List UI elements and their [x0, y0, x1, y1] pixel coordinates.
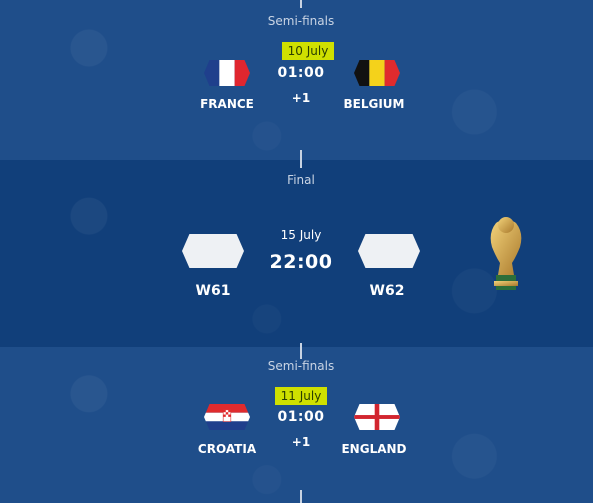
croatia-flag-icon[interactable] [204, 404, 250, 430]
away-team-name[interactable]: W62 [327, 283, 447, 299]
bracket-connector [300, 0, 302, 8]
date-highlight: 11 July [274, 387, 328, 405]
match-time: 01:00 [277, 65, 325, 81]
team-placeholder-badge[interactable] [182, 234, 244, 268]
match-time: 22:00 [269, 251, 333, 273]
france-flag-icon[interactable] [204, 60, 250, 86]
team-placeholder-badge[interactable] [358, 234, 420, 268]
home-team-name[interactable]: W61 [153, 283, 273, 299]
stage-label: Semi-finals [267, 359, 335, 373]
match-date: 11 July [268, 387, 334, 405]
day-offset: +1 [291, 91, 311, 105]
bracket-connector [300, 490, 302, 503]
home-team-name[interactable]: FRANCE [167, 97, 287, 111]
bracket-connector [300, 343, 302, 359]
match-date: 15 July [280, 228, 322, 242]
home-team-name[interactable]: CROATIA [167, 442, 287, 456]
day-offset: +1 [291, 435, 311, 449]
match-time: 01:00 [277, 409, 325, 425]
date-highlight: 10 July [281, 42, 335, 60]
england-flag-icon[interactable] [354, 404, 400, 430]
match-date: 10 July [278, 42, 338, 60]
away-team-name[interactable]: BELGIUM [314, 97, 434, 111]
world-cup-trophy-icon [490, 217, 522, 290]
belgium-flag-icon[interactable] [354, 60, 400, 86]
away-team-name[interactable]: ENGLAND [314, 442, 434, 456]
bracket-connector [300, 150, 302, 168]
stage-label: Final [287, 173, 315, 187]
stage-label: Semi-finals [267, 14, 335, 28]
